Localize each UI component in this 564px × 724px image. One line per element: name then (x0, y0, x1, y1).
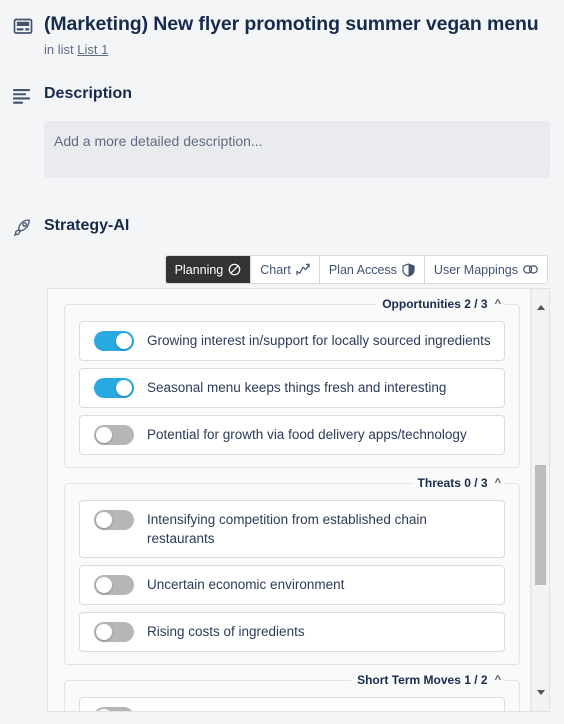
group-opportunities-legend-label: Opportunities 2 / 3 (382, 297, 488, 311)
plan-scroll-area: Opportunities 2 / 3 ^ Growing interest i… (48, 289, 531, 711)
page-title: (Marketing) New flyer promoting summer v… (44, 13, 539, 35)
list-item[interactable]: Potential for growth via food delivery a… (79, 415, 505, 455)
scroll-up-arrow-icon[interactable] (532, 299, 549, 316)
line-chart-icon (296, 263, 310, 276)
list-item-label: Intensifying competition from establishe… (147, 512, 427, 546)
card-icon (12, 15, 36, 42)
tab-plan-access-label: Plan Access (328, 262, 397, 277)
list-item[interactable]: Uncertain economic environment (79, 565, 505, 605)
in-list-label: in list (44, 42, 74, 57)
chevron-up-icon[interactable]: ^ (495, 674, 501, 686)
tab-user-mappings[interactable]: User Mappings (424, 256, 547, 283)
list-item[interactable]: Seasonal menu keeps things fresh and int… (79, 368, 505, 408)
scroll-down-arrow-icon[interactable] (532, 684, 549, 701)
scrollbar-thumb[interactable] (535, 465, 546, 585)
item-toggle[interactable] (94, 378, 134, 398)
item-toggle[interactable] (94, 331, 134, 351)
group-threats-legend: Threats 0 / 3 ^ (412, 476, 505, 490)
strategy-section: Strategy-AI (0, 216, 564, 243)
breadcrumb: in list List 1 (44, 41, 550, 59)
link-icon (523, 264, 538, 275)
description-placeholder: Add a more detailed description... (54, 133, 263, 149)
tab-planning[interactable]: Planning (165, 256, 252, 283)
strategy-heading: Strategy-AI (44, 217, 130, 234)
chevron-up-icon[interactable]: ^ (495, 477, 501, 489)
tab-plan-access[interactable]: Plan Access (319, 256, 425, 283)
rocket-icon (12, 218, 36, 243)
tab-planning-label: Planning (174, 262, 224, 277)
list-item-label: Rising costs of ingredients (147, 624, 305, 639)
list-link[interactable]: List 1 (77, 42, 108, 57)
item-toggle[interactable] (94, 510, 134, 530)
item-toggle[interactable] (94, 425, 134, 445)
list-item-label: Join Menu Log or Uber Eats (134, 707, 492, 711)
tab-user-mappings-label: User Mappings (433, 262, 518, 277)
list-item[interactable]: Join Menu Log or Uber Eats (79, 697, 505, 711)
list-item-label: Seasonal menu keeps things fresh and int… (147, 380, 447, 395)
list-item[interactable]: Intensifying competition from establishe… (79, 500, 505, 558)
group-threats-legend-label: Threats 0 / 3 (417, 476, 488, 490)
strategy-tabs: Planning Chart Plan Access User Mappings (0, 255, 564, 284)
group-opportunities: Opportunities 2 / 3 ^ Growing interest i… (64, 297, 520, 468)
list-item-label: Uncertain economic environment (147, 577, 345, 592)
chevron-up-icon[interactable]: ^ (495, 298, 501, 310)
list-item[interactable]: Growing interest in/support for locally … (79, 321, 505, 361)
item-toggle[interactable] (94, 707, 134, 711)
plan-panel: Opportunities 2 / 3 ^ Growing interest i… (47, 288, 550, 712)
description-input[interactable]: Add a more detailed description... (44, 121, 550, 178)
tab-chart-label: Chart (260, 262, 291, 277)
group-short-term-moves: Short Term Moves 1 / 2 ^ Join Menu Log o… (64, 673, 520, 711)
description-section: Description Add a more detailed descript… (0, 84, 564, 178)
item-toggle[interactable] (94, 622, 134, 642)
group-short-term-moves-legend-label: Short Term Moves 1 / 2 (357, 673, 488, 687)
description-heading: Description (44, 85, 133, 102)
card-header: (Marketing) New flyer promoting summer v… (0, 0, 564, 59)
list-item-label: Potential for growth via food delivery a… (147, 427, 467, 442)
tab-chart[interactable]: Chart (251, 256, 320, 283)
group-short-term-moves-legend: Short Term Moves 1 / 2 ^ (351, 673, 505, 687)
description-icon (12, 86, 36, 111)
group-opportunities-legend: Opportunities 2 / 3 ^ (376, 297, 505, 311)
plan-scrollbar[interactable] (531, 289, 549, 711)
ban-circle-icon (228, 263, 241, 276)
list-item-label: Growing interest in/support for locally … (147, 333, 491, 348)
group-threats: Threats 0 / 3 ^ Intensifying competition… (64, 476, 520, 665)
shield-icon (402, 262, 415, 277)
list-item[interactable]: Rising costs of ingredients (79, 612, 505, 652)
item-toggle[interactable] (94, 575, 134, 595)
